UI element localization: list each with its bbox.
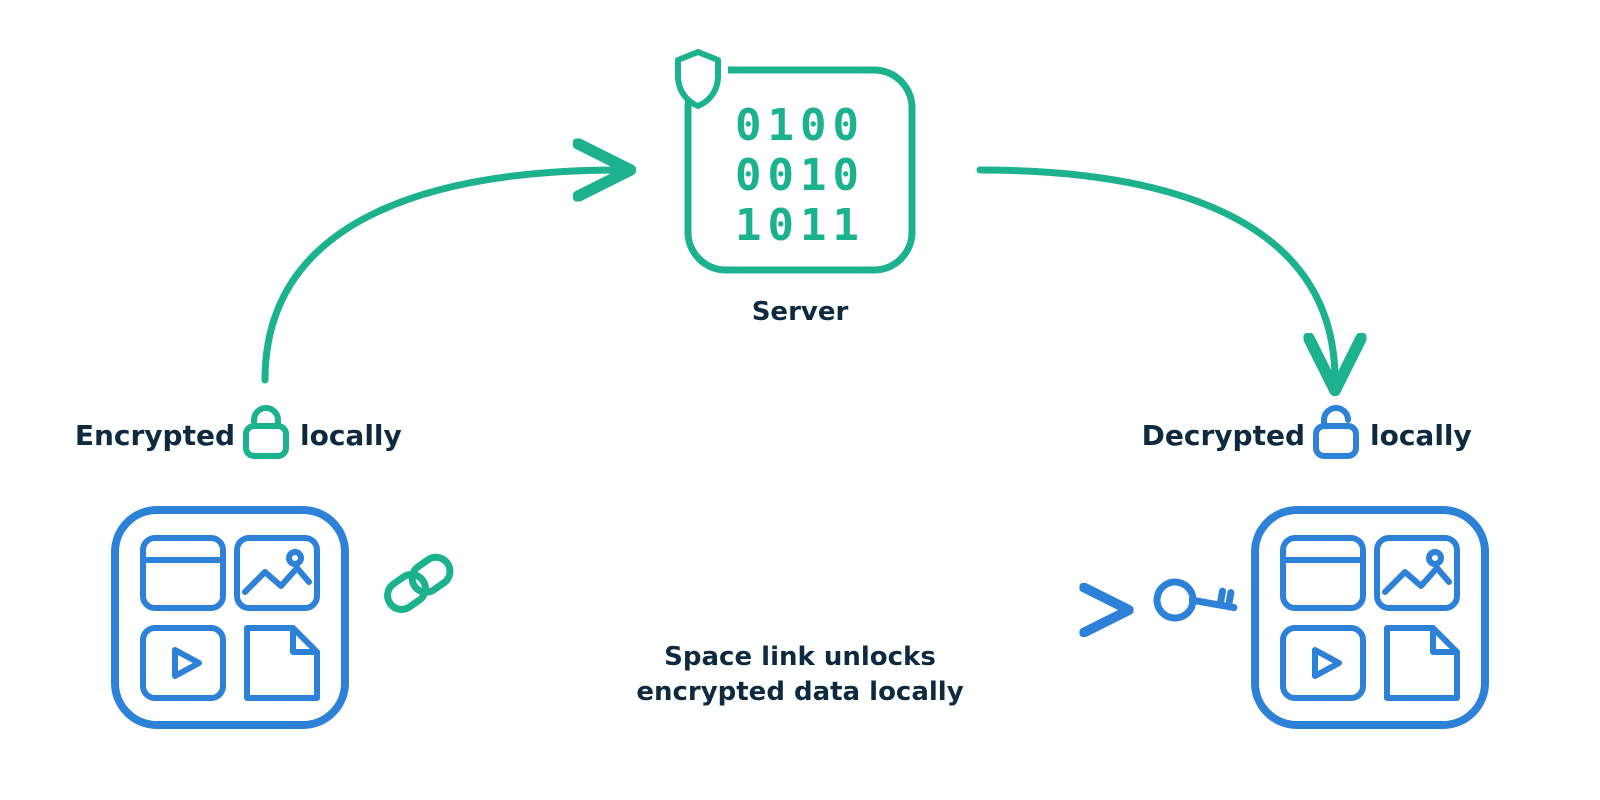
- encrypted-locally: Encrypted locally: [75, 408, 402, 456]
- link-caption-2: encrypted data locally: [636, 677, 963, 707]
- file-icon: [247, 628, 317, 698]
- content-tile-left: [115, 510, 345, 725]
- arrow-encrypt-to-server: [265, 170, 620, 380]
- arrow-server-to-decrypt: [980, 170, 1335, 380]
- server-node: 0100 0010 1011: [668, 40, 912, 270]
- shield-icon: [668, 40, 728, 106]
- server-label: Server: [752, 297, 849, 327]
- decrypted-label-suffix: locally: [1370, 419, 1472, 452]
- decrypted-label-prefix: Decrypted: [1142, 419, 1305, 452]
- decrypted-locally: Decrypted locally: [1142, 408, 1472, 456]
- video-icon: [143, 628, 223, 698]
- encrypted-label-prefix: Encrypted: [75, 419, 235, 452]
- window-icon: [143, 538, 223, 608]
- lock-open-icon: [1316, 408, 1356, 456]
- server-binary-1: 0010: [735, 150, 865, 201]
- encryption-flow-diagram: 0100 0010 1011 Server Encrypted locally …: [0, 0, 1600, 800]
- lock-closed-icon: [246, 408, 286, 456]
- link-caption-1: Space link unlocks: [664, 642, 936, 672]
- chain-link-icon: [382, 552, 455, 615]
- window-icon: [1283, 538, 1363, 608]
- image-icon: [237, 538, 317, 608]
- file-icon: [1387, 628, 1457, 698]
- encrypted-label-suffix: locally: [300, 419, 402, 452]
- video-icon: [1283, 628, 1363, 698]
- server-binary-2: 1011: [735, 200, 865, 251]
- content-tile-right: [1255, 510, 1485, 725]
- server-binary-0: 0100: [735, 100, 865, 151]
- image-icon: [1377, 538, 1457, 608]
- key-icon: [1150, 557, 1239, 644]
